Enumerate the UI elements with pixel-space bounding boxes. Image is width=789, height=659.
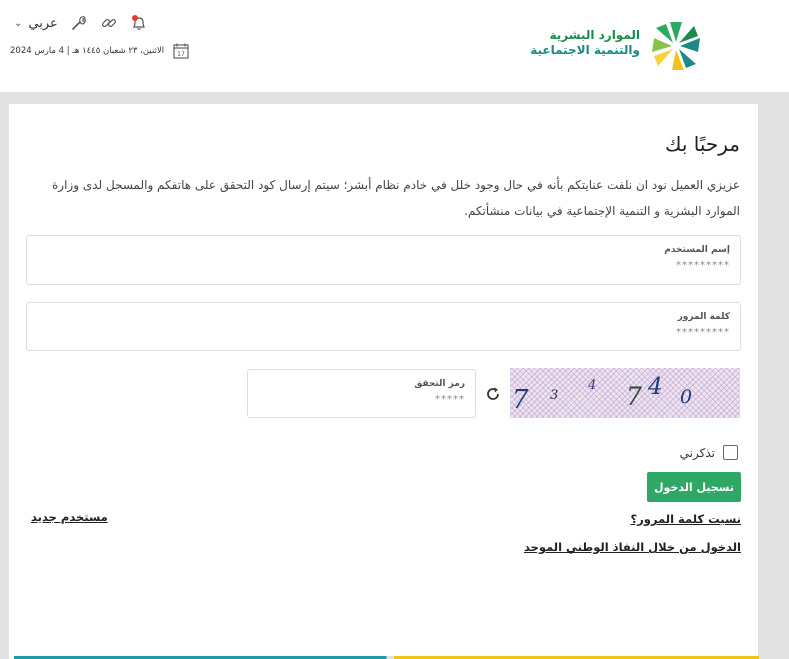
ministry-logo[interactable]: الموارد البشرية والتنمية الاجتماعية <box>530 20 710 76</box>
logo-line-1: الموارد البشرية <box>549 28 640 42</box>
date-row: الاثنين، ٢٣ شعبان ١٤٤٥ هـ | 4 مارس 2024 … <box>10 42 190 60</box>
forgot-password-link[interactable]: نسيت كلمة المرور؟ <box>630 512 741 526</box>
current-date: الاثنين، ٢٣ شعبان ١٤٤٥ هـ | 4 مارس 2024 <box>10 46 165 56</box>
notification-bell-icon[interactable] <box>130 14 148 32</box>
password-input[interactable] <box>530 327 730 338</box>
login-button[interactable]: تسجيل الدخول <box>647 472 741 502</box>
calendar-icon: 17 <box>172 42 190 60</box>
password-field: كلمة المرور <box>26 302 741 351</box>
language-switcher[interactable]: ⌄ عربي <box>14 16 58 31</box>
remember-label: تذكرني <box>679 445 715 460</box>
link-icon[interactable] <box>100 14 118 32</box>
captcha-char: 7 <box>512 385 529 415</box>
nafath-login-link[interactable]: الدخول من خلال النفاذ الوطني الموحد <box>524 540 741 554</box>
captcha-char: 7 <box>626 382 642 411</box>
page-title: مرحبًا بك <box>664 132 740 156</box>
remember-me[interactable]: تذكرني <box>680 445 738 460</box>
top-header: الموارد البشرية والتنمية الاجتماعية ⌄ عر… <box>0 0 789 92</box>
new-user-link[interactable]: مستخدم جديد <box>31 510 108 524</box>
tools-icon[interactable] <box>70 14 88 32</box>
calendar-day: 17 <box>177 51 185 58</box>
logo-line-2: والتنمية الاجتماعية <box>530 43 640 57</box>
chevron-down-icon: ⌄ <box>14 17 23 29</box>
captcha-char: 4 <box>648 374 663 400</box>
captcha-char: 4 <box>588 378 597 393</box>
captcha-label: رمز التحقق <box>414 379 465 389</box>
captcha-image: 7 3 4 7 4 0 <box>510 368 740 418</box>
login-panel: مرحبًا بك عزيزي العميل نود ان نلفت عنايت… <box>9 104 758 659</box>
username-field: إسم المستخدم <box>26 235 741 285</box>
username-label: إسم المستخدم <box>664 245 730 255</box>
refresh-captcha-icon[interactable] <box>484 385 502 403</box>
password-label: كلمة المرور <box>677 312 730 322</box>
username-input[interactable] <box>530 260 730 271</box>
captcha-input[interactable] <box>265 394 465 405</box>
utility-bar: ⌄ عربي <box>14 13 148 33</box>
logo-mark-icon <box>652 22 700 70</box>
captcha-char: 0 <box>680 386 693 408</box>
captcha-char: 3 <box>550 388 559 403</box>
logo-text: الموارد البشرية والتنمية الاجتماعية <box>530 28 640 58</box>
notice-text: عزيزي العميل نود ان نلفت عنايتكم بأنه في… <box>52 178 740 218</box>
remember-checkbox[interactable] <box>723 445 738 460</box>
captcha-field: رمز التحقق <box>247 369 476 418</box>
language-label: عربي <box>28 15 58 31</box>
